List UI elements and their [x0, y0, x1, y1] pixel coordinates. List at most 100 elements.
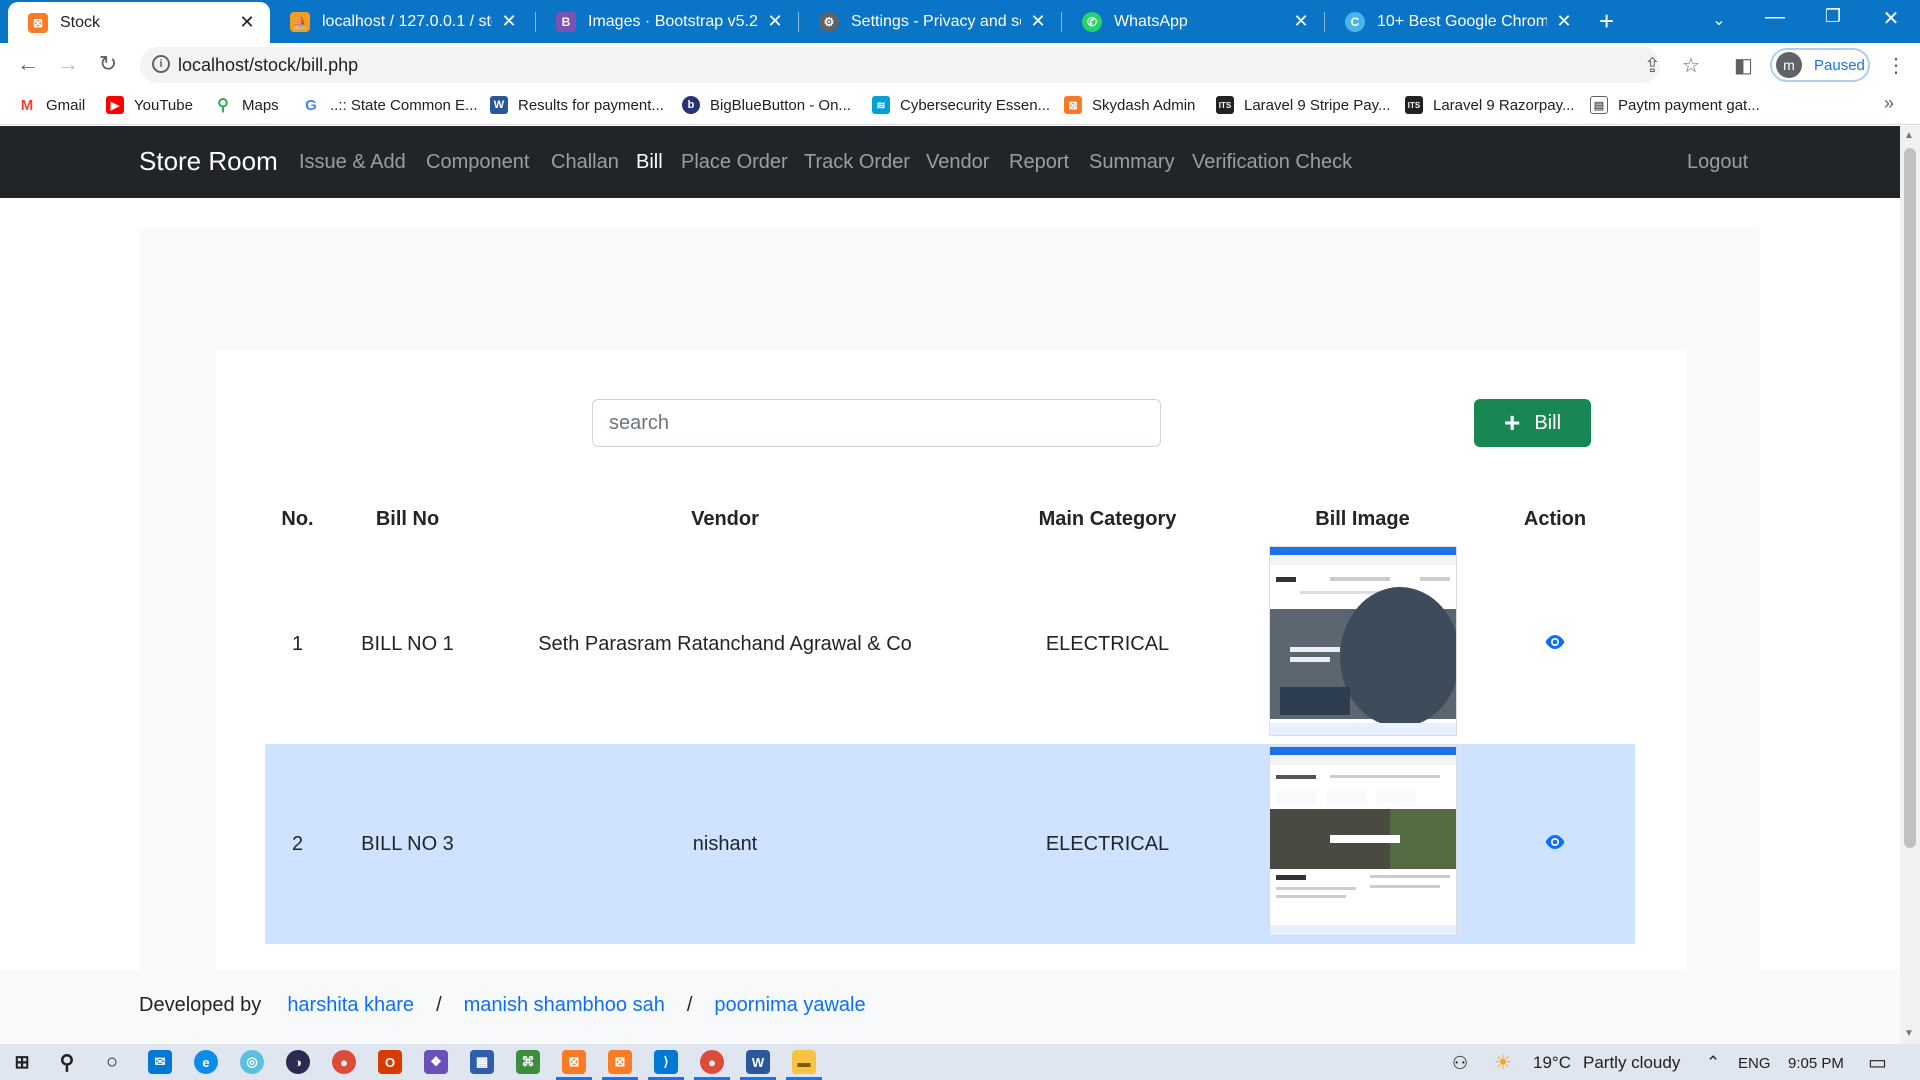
tab-whatsapp[interactable]: ✆ WhatsApp ✕	[1062, 0, 1324, 43]
developer-link[interactable]: manish shambhoo sah	[464, 994, 665, 1017]
close-icon[interactable]: ✕	[500, 11, 518, 32]
bookmark-maps[interactable]: ⚲ Maps	[214, 96, 279, 114]
bill-image-thumbnail[interactable]	[1268, 546, 1457, 736]
url-text[interactable]: localhost/stock/bill.php	[178, 55, 358, 76]
media-icon[interactable]: ◑	[286, 1050, 310, 1074]
nav-verification-check[interactable]: Verification Check	[1192, 151, 1352, 174]
search-input[interactable]	[592, 399, 1161, 447]
minimize-icon[interactable]: —	[1760, 6, 1790, 29]
browser-icon[interactable]: ◎	[240, 1050, 264, 1074]
bookmark-youtube[interactable]: ▶ YouTube	[106, 96, 193, 114]
vscode-icon[interactable]: ⟩	[654, 1050, 678, 1074]
developer-link[interactable]: harshita khare	[287, 994, 414, 1017]
tab-bootstrap[interactable]: B Images · Bootstrap v5.2 ✕	[536, 0, 798, 43]
page-scrollbar[interactable]: ▲ ▼	[1900, 126, 1920, 1044]
clock[interactable]: 9:05 PM	[1788, 1055, 1844, 1072]
edge-icon[interactable]: e	[194, 1050, 218, 1074]
chrome-taskbar-icon[interactable]: ●	[332, 1050, 356, 1074]
network-app-icon[interactable]: ⌘	[516, 1050, 540, 1074]
close-icon[interactable]: ✕	[1292, 11, 1310, 32]
windows-start-icon[interactable]: ⊞	[10, 1050, 34, 1074]
nav-place-order[interactable]: Place Order	[681, 151, 788, 174]
share-icon[interactable]: ⇪	[1644, 53, 1661, 78]
xampp-taskbar-icon[interactable]: ⊠	[608, 1050, 632, 1074]
tab-search-chevron-icon[interactable]: ⌄	[1704, 10, 1734, 30]
language-indicator[interactable]: ENG	[1738, 1055, 1771, 1072]
forward-arrow-icon[interactable]: →	[54, 51, 82, 77]
nav-component[interactable]: Component	[426, 151, 529, 174]
tab-title: localhost / 127.0.0.1 / stock	[322, 12, 492, 30]
bookmark-bigbluebutton[interactable]: b BigBlueButton - On...	[682, 96, 851, 114]
plus-icon: +	[1503, 407, 1521, 438]
bookmark-state-common[interactable]: G ..:: State Common E...	[302, 96, 478, 114]
profile-button[interactable]: m Paused	[1770, 48, 1870, 82]
nav-bill[interactable]: Bill	[636, 151, 663, 174]
search-icon[interactable]: ⚲	[55, 1050, 79, 1074]
tab-chrome-extensions[interactable]: C 10+ Best Google Chrome S ✕	[1325, 0, 1587, 43]
site-info-icon[interactable]: i	[152, 55, 170, 73]
bookmark-laravel-stripe[interactable]: ITS Laravel 9 Stripe Pay...	[1216, 96, 1390, 114]
add-bill-label: Bill	[1534, 411, 1562, 434]
tab-phpmyadmin[interactable]: ⛵ localhost / 127.0.0.1 / stock ✕	[270, 0, 532, 43]
logout-link[interactable]: Logout	[1687, 151, 1748, 174]
scrollbar-thumb[interactable]	[1904, 148, 1916, 848]
weather-temp[interactable]: 19°C	[1533, 1053, 1571, 1073]
close-icon[interactable]: ✕	[238, 12, 256, 33]
cortana-icon[interactable]: ○	[100, 1050, 124, 1074]
bookmark-label: Paytm payment gat...	[1618, 96, 1760, 114]
bookmark-star-icon[interactable]: ☆	[1682, 53, 1700, 78]
file-explorer-icon[interactable]: ▬	[792, 1050, 816, 1074]
bookmarks-overflow-icon[interactable]: »	[1884, 93, 1894, 114]
laravel-icon: ITS	[1216, 96, 1234, 114]
nav-track-order[interactable]: Track Order	[804, 151, 910, 174]
people-icon[interactable]: ⚇	[1452, 1053, 1468, 1074]
weather-desc[interactable]: Partly cloudy	[1583, 1053, 1680, 1073]
cell-bill-no: BILL NO 1	[361, 632, 454, 655]
scroll-up-icon[interactable]: ▲	[1904, 130, 1914, 141]
add-bill-button[interactable]: + Bill	[1474, 399, 1591, 447]
bill-image-thumbnail[interactable]	[1268, 746, 1457, 936]
view-eye-icon[interactable]	[1544, 633, 1566, 656]
scroll-down-icon[interactable]: ▼	[1904, 1028, 1914, 1039]
omnibox[interactable]: i localhost/stock/bill.php ⇪ ☆	[140, 47, 1700, 83]
close-icon[interactable]: ✕	[1029, 11, 1047, 32]
bookmark-cybersecurity[interactable]: ≋ Cybersecurity Essen...	[872, 96, 1050, 114]
bookmark-label: Skydash Admin	[1092, 96, 1196, 114]
bookmark-results-payment[interactable]: W Results for payment...	[490, 96, 664, 114]
cell-vendor: Seth Parasram Ratanchand Agrawal & Co	[538, 632, 912, 655]
app-icon[interactable]: ❖	[424, 1050, 448, 1074]
cell-bill-image	[1250, 544, 1475, 744]
notification-icon[interactable]: ▭	[1868, 1050, 1887, 1075]
tray-chevron-icon[interactable]: ⌃	[1706, 1053, 1720, 1073]
brand-logo[interactable]: Store Room	[139, 146, 278, 177]
xampp-taskbar-icon[interactable]: ⊠	[562, 1050, 586, 1074]
mail-icon[interactable]: ✉	[148, 1050, 172, 1074]
tab-settings[interactable]: ⚙ Settings - Privacy and secur ✕	[799, 0, 1061, 43]
view-eye-icon[interactable]	[1544, 833, 1566, 856]
bookmark-gmail[interactable]: M Gmail	[18, 96, 85, 114]
nav-challan[interactable]: Challan	[551, 151, 619, 174]
menu-kebab-icon[interactable]: ⋮	[1886, 53, 1906, 78]
close-icon[interactable]: ✕	[1555, 11, 1573, 32]
bookmark-laravel-razorpay[interactable]: ITS Laravel 9 Razorpay...	[1405, 96, 1574, 114]
nav-vendor[interactable]: Vendor	[926, 151, 989, 174]
chrome-taskbar-icon[interactable]: ●	[700, 1050, 724, 1074]
word-taskbar-icon[interactable]: W	[746, 1050, 770, 1074]
bookmark-paytm[interactable]: ▤ Paytm payment gat...	[1590, 96, 1760, 114]
close-icon[interactable]: ✕	[766, 11, 784, 32]
store-icon[interactable]: ▦	[470, 1050, 494, 1074]
new-tab-plus-icon[interactable]: +	[1599, 6, 1614, 37]
tab-stock[interactable]: ⊠ Stock ✕	[8, 2, 270, 43]
window-close-icon[interactable]: ✕	[1876, 6, 1906, 31]
nav-summary[interactable]: Summary	[1089, 151, 1175, 174]
nav-issue-add[interactable]: Issue & Add	[299, 151, 406, 174]
nav-report[interactable]: Report	[1009, 151, 1069, 174]
reload-icon[interactable]: ↻	[94, 51, 122, 77]
developer-link[interactable]: poornima yawale	[714, 994, 865, 1017]
side-panel-icon[interactable]: ◧	[1734, 53, 1753, 78]
youtube-icon: ▶	[106, 96, 124, 114]
bookmark-skydash[interactable]: ⊠ Skydash Admin	[1064, 96, 1195, 114]
back-arrow-icon[interactable]: ←	[14, 51, 42, 77]
restore-icon[interactable]: ❐	[1818, 6, 1848, 27]
office-icon[interactable]: O	[378, 1050, 402, 1074]
